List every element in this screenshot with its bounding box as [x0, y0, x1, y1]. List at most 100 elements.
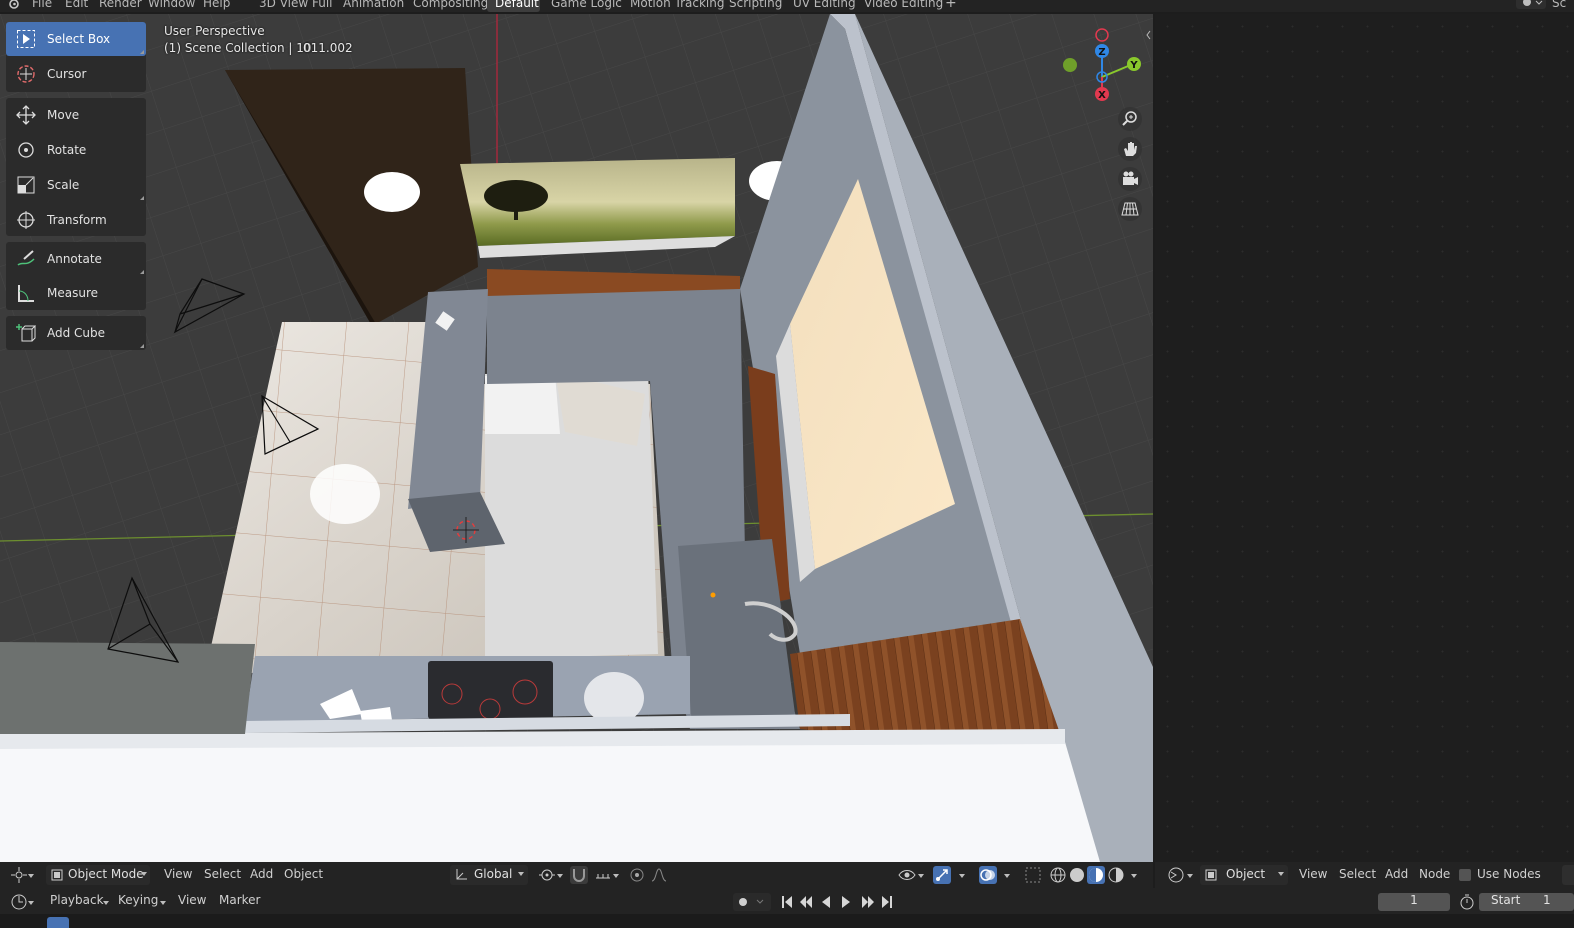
tool-corner-marker: [140, 270, 144, 274]
record-icon: [739, 898, 747, 906]
header-overflow-button[interactable]: [1562, 865, 1574, 885]
viewport-menu-object[interactable]: Object: [284, 867, 323, 881]
snap-increment-icon[interactable]: [594, 866, 612, 884]
tab-default[interactable]: Default: [487, 0, 540, 12]
snap-toggle-button[interactable]: [570, 866, 588, 884]
jump-keyframe-forward-icon: [862, 896, 874, 908]
scene-selector-icon[interactable]: [1516, 0, 1546, 9]
ortho-toggle-button[interactable]: [1118, 197, 1142, 221]
tool-select-box-label: Select Box: [47, 32, 111, 46]
tool-annotate[interactable]: Annotate: [6, 242, 146, 276]
tab-compositing[interactable]: Compositing: [413, 0, 488, 10]
viewport-menu-view[interactable]: View: [164, 867, 192, 881]
tool-rotate[interactable]: Rotate: [6, 133, 146, 167]
scene-name-label[interactable]: Sc: [1552, 0, 1566, 10]
visibility-eye-icon[interactable]: [898, 866, 916, 884]
scene-render[interactable]: [0, 14, 1153, 862]
proportional-edit-icon[interactable]: [628, 866, 646, 884]
tool-measure[interactable]: Measure: [6, 276, 146, 310]
viewport-menu-select[interactable]: Select: [204, 867, 241, 881]
camera-view-button[interactable]: [1118, 167, 1142, 191]
overlays-icon: [980, 869, 995, 881]
tab-game-logic[interactable]: Game Logic: [551, 0, 622, 10]
timeline-editor-icon[interactable]: [10, 893, 28, 911]
node-menu-add[interactable]: Add: [1385, 867, 1408, 881]
menu-file[interactable]: File: [32, 0, 52, 10]
node-menu-view[interactable]: View: [1299, 867, 1327, 881]
timeline-menu-marker[interactable]: Marker: [219, 893, 260, 907]
shading-material-button[interactable]: [1087, 866, 1105, 884]
chevron-down-icon: [613, 874, 619, 878]
tool-scale[interactable]: Scale: [6, 168, 146, 202]
tool-cursor[interactable]: Cursor: [6, 57, 146, 91]
start-frame-field[interactable]: Start 1: [1479, 893, 1574, 911]
viewport-menu-add[interactable]: Add: [250, 867, 273, 881]
collapse-sidebar-icon[interactable]: [1146, 30, 1153, 40]
timeline-ruler[interactable]: [0, 914, 1574, 928]
timeline-menu-view[interactable]: View: [178, 893, 206, 907]
play-reverse-icon: [822, 896, 830, 908]
tab-motion-tracking[interactable]: Motion Tracking: [630, 0, 724, 10]
zoom-icon: [1122, 111, 1137, 126]
zoom-button[interactable]: [1118, 107, 1142, 131]
gizmo-y-label: Y: [1129, 60, 1138, 71]
tool-corner-marker: [140, 50, 144, 54]
playhead-marker[interactable]: [47, 917, 69, 928]
menu-edit[interactable]: Edit: [65, 0, 88, 10]
xray-toggle-icon[interactable]: [1024, 866, 1042, 884]
chevron-down-icon: [959, 874, 965, 878]
overlays-toggle-button[interactable]: [979, 866, 997, 884]
tool-move[interactable]: Move: [6, 98, 146, 132]
jump-keyframe-back-icon: [800, 896, 812, 908]
shading-rendered-icon[interactable]: [1107, 866, 1125, 884]
tool-select-box[interactable]: Select Box: [6, 22, 146, 56]
playback-controls[interactable]: [778, 893, 898, 911]
pan-button[interactable]: [1118, 137, 1142, 161]
tab-uv-editing[interactable]: UV Editing: [793, 0, 856, 10]
tab-3d-view-full[interactable]: 3D View Full: [259, 0, 333, 10]
3d-viewport[interactable]: User Perspective (1) Scene Collection | …: [0, 14, 1153, 862]
shader-type-dropdown[interactable]: Object: [1200, 865, 1288, 885]
tool-group-annotate: Annotate Measure: [6, 242, 146, 310]
current-frame-value: 1: [1410, 893, 1418, 907]
gizmo-toggle-button[interactable]: [933, 866, 951, 884]
shading-solid-icon[interactable]: [1068, 866, 1086, 884]
menu-window[interactable]: Window: [148, 0, 195, 10]
node-menu-node[interactable]: Node: [1419, 867, 1450, 881]
gizmo-neg-y-icon: [1063, 58, 1077, 72]
mode-dropdown[interactable]: Object Mode: [46, 865, 150, 885]
tab-video-editing[interactable]: Video Editing: [864, 0, 943, 10]
timeline-header: Playback Keying View Marker 1 Start 1: [0, 888, 1574, 928]
tab-animation[interactable]: Animation: [343, 0, 404, 10]
orientation-dropdown[interactable]: Global: [450, 865, 528, 885]
add-workspace-button[interactable]: +: [945, 0, 957, 11]
view-perspective-label: User Perspective: [164, 24, 265, 38]
timeline-menu-keying[interactable]: Keying: [118, 893, 158, 907]
camera-icon: [1123, 171, 1138, 185]
tool-transform[interactable]: Transform: [6, 203, 146, 237]
chevron-down-icon: [1187, 874, 1193, 878]
menu-help[interactable]: Help: [203, 0, 230, 10]
timeline-menu-playback[interactable]: Playback: [50, 893, 104, 907]
grid-icon: [1121, 202, 1139, 216]
navigation-gizmo[interactable]: Z Y X: [1058, 26, 1148, 108]
shader-type-label: Object: [1226, 867, 1266, 881]
menu-render[interactable]: Render: [99, 0, 142, 10]
node-editor-area[interactable]: [1155, 14, 1574, 862]
falloff-curve-icon[interactable]: [650, 866, 668, 884]
use-nodes-checkbox[interactable]: [1459, 869, 1471, 881]
tab-scripting[interactable]: Scripting: [729, 0, 782, 10]
auto-keying-button[interactable]: [733, 893, 771, 911]
3d-viewport-icon[interactable]: [10, 866, 28, 884]
blender-logo-icon[interactable]: [8, 0, 20, 9]
tool-corner-marker: [140, 196, 144, 200]
tool-add-cube[interactable]: Add Cube: [6, 316, 146, 350]
node-menu-select[interactable]: Select: [1339, 867, 1376, 881]
node-editor-icon[interactable]: [1167, 866, 1185, 884]
shading-wireframe-icon[interactable]: [1049, 866, 1067, 884]
chevron-down-icon: [28, 901, 34, 905]
current-frame-field[interactable]: 1: [1378, 893, 1450, 911]
pivot-point-icon[interactable]: [538, 866, 556, 884]
gizmo-z-label: Z: [1098, 47, 1105, 58]
stopwatch-icon[interactable]: [1458, 893, 1476, 911]
